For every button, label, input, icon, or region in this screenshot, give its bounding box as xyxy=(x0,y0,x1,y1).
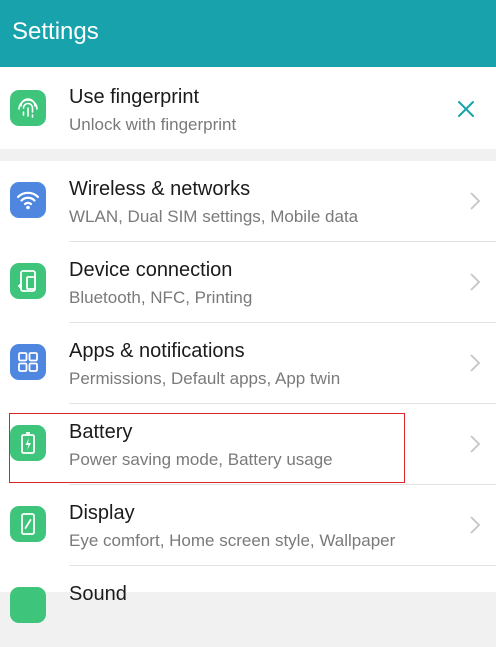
chevron-right-icon xyxy=(468,515,482,535)
settings-item-title: Apps & notifications xyxy=(69,340,245,362)
app-bar: Settings xyxy=(0,0,496,67)
fingerprint-title: Use fingerprint xyxy=(69,86,200,108)
settings-item-title: Wireless & networks xyxy=(69,178,251,200)
settings-item-sound[interactable]: Sound xyxy=(0,566,496,647)
settings-item-subtitle: WLAN, Dual SIM settings, Mobile data xyxy=(69,207,359,226)
fingerprint-row[interactable]: Use fingerprint Unlock with fingerprint xyxy=(0,67,496,148)
settings-item-subtitle: Permissions, Default apps, App twin xyxy=(69,369,341,388)
settings-item-device-connection[interactable]: Device connection Bluetooth, NFC, Printi… xyxy=(0,242,496,323)
settings-item-subtitle: Eye comfort, Home screen style, Wallpape… xyxy=(69,531,396,550)
settings-item-title: Display xyxy=(69,502,135,524)
settings-item-apps-notifications[interactable]: Apps & notifications Permissions, Defaul… xyxy=(0,323,496,404)
device-connection-icon xyxy=(10,263,46,299)
close-icon[interactable] xyxy=(456,99,476,119)
settings-item-wireless[interactable]: Wireless & networks WLAN, Dual SIM setti… xyxy=(0,161,496,242)
settings-item-display[interactable]: Display Eye comfort, Home screen style, … xyxy=(0,485,496,566)
settings-item-title: Device connection xyxy=(69,259,233,281)
wifi-icon xyxy=(10,182,46,218)
fingerprint-subtitle: Unlock with fingerprint xyxy=(69,115,237,134)
settings-list: Wireless & networks WLAN, Dual SIM setti… xyxy=(0,161,496,623)
apps-grid-icon xyxy=(10,344,46,380)
fingerprint-icon xyxy=(10,90,46,126)
chevron-right-icon xyxy=(468,272,482,292)
fingerprint-card: Use fingerprint Unlock with fingerprint xyxy=(0,67,496,149)
chevron-right-icon xyxy=(468,353,482,373)
chevron-right-icon xyxy=(468,191,482,211)
page-title: Settings xyxy=(12,18,99,45)
settings-item-title: Sound xyxy=(69,583,127,605)
chevron-right-icon xyxy=(468,434,482,454)
battery-highlight-box xyxy=(9,413,405,483)
sound-icon xyxy=(10,587,46,623)
display-icon xyxy=(10,506,46,542)
settings-item-subtitle: Bluetooth, NFC, Printing xyxy=(69,288,253,307)
